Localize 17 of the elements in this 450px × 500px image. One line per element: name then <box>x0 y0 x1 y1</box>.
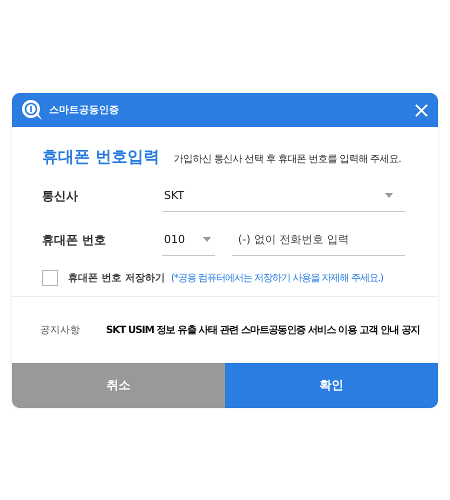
instruction-text: 가입하신 통신사 선택 후 휴대폰 번호를 입력해 주세요. <box>174 153 402 166</box>
carrier-select[interactable]: SKT <box>162 180 405 212</box>
notice-label: 공지사항 <box>40 324 80 337</box>
notice-link[interactable]: SKT USIM 정보 유출 사태 관련 스마트공동인증 서비스 이용 고객 안내 공지 <box>106 323 420 337</box>
dropdown-icon <box>385 193 393 198</box>
close-icon <box>415 104 428 116</box>
logo-icon <box>21 99 43 121</box>
checkbox-label[interactable]: 휴대폰 번호 저장하기 <box>68 271 165 285</box>
field-label: 통신사 <box>42 188 79 204</box>
heading: 휴대폰 번호입력 <box>42 147 160 168</box>
checkbox[interactable] <box>42 270 58 286</box>
window-title: 스마트공동인증 <box>49 104 119 117</box>
prefix-select[interactable]: 010 <box>162 224 215 256</box>
hint-text: (*공용 컴퓨터에서는 저장하기 사용을 자제해 주세요.) <box>170 272 383 285</box>
field-label: 휴대폰 번호 <box>42 232 108 248</box>
confirm-button[interactable]: 확인 <box>225 363 438 408</box>
dropdown-icon <box>203 237 211 242</box>
